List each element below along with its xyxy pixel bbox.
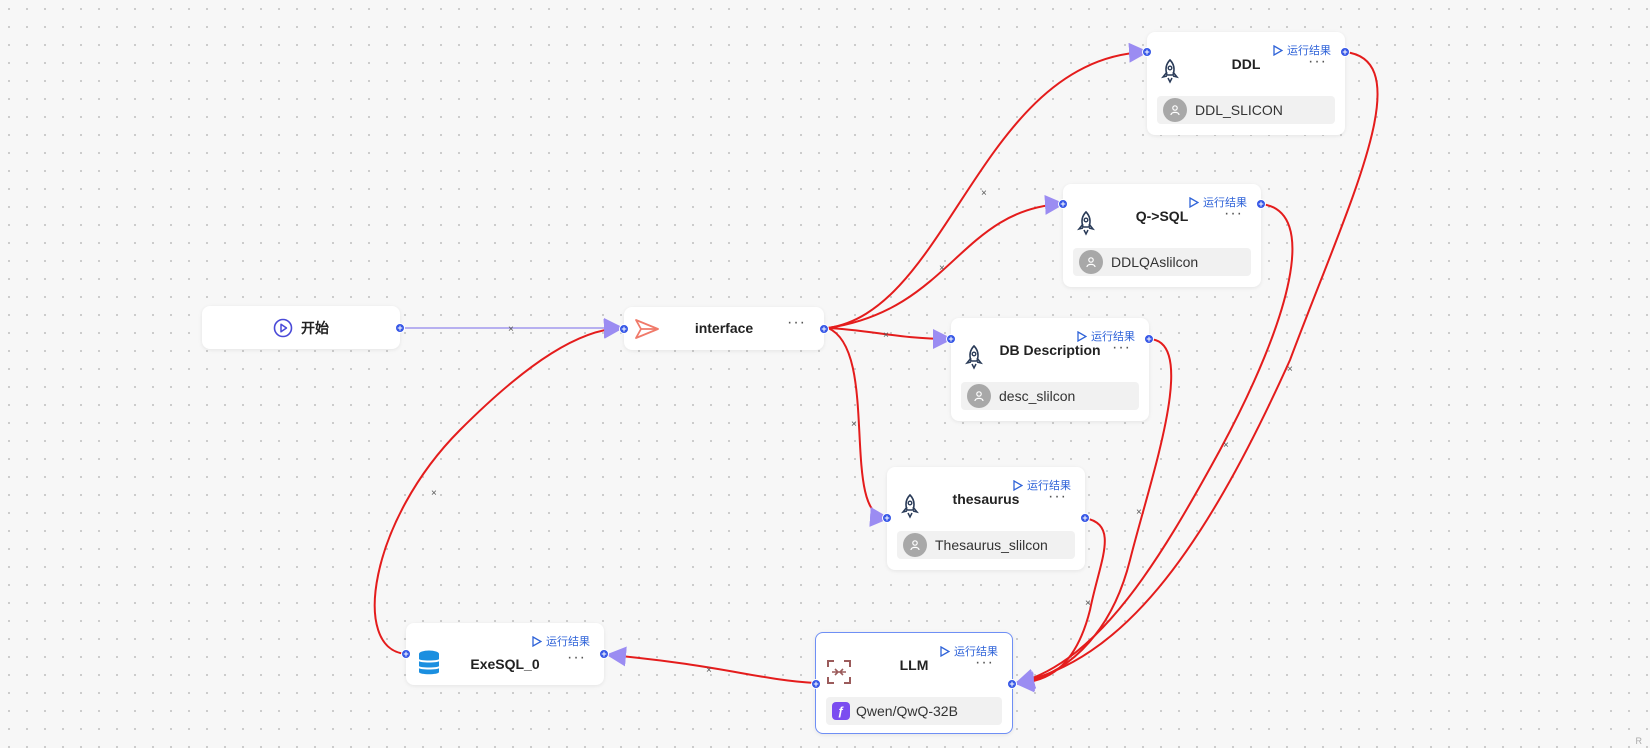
input-handle[interactable]: + bbox=[882, 513, 892, 523]
model-chip[interactable]: ƒ Qwen/QwQ-32B bbox=[826, 697, 1002, 725]
run-result-link[interactable]: 运行结果 bbox=[531, 633, 590, 649]
input-handle[interactable]: + bbox=[619, 324, 629, 334]
knowledge-base-name: desc_slilcon bbox=[999, 388, 1076, 404]
knowledge-base-chip[interactable]: DDL_SLICON bbox=[1157, 96, 1335, 124]
edge-interface-thesaurus[interactable] bbox=[827, 327, 890, 527]
more-options-icon[interactable]: ··· bbox=[975, 655, 994, 671]
output-handle[interactable]: + bbox=[819, 324, 829, 334]
knowledge-base-chip[interactable]: Thesaurus_slilcon bbox=[897, 531, 1075, 559]
node-llm[interactable]: 运行结果 LLM ··· ƒ Qwen/QwQ-32B + + bbox=[811, 632, 1017, 734]
input-handle[interactable]: + bbox=[1142, 47, 1152, 57]
play-icon bbox=[532, 635, 542, 647]
edge-delete-icon[interactable]: × bbox=[1085, 598, 1091, 609]
output-handle[interactable]: + bbox=[395, 323, 405, 333]
edge-llm-exesql[interactable] bbox=[606, 646, 816, 684]
more-options-icon[interactable]: ··· bbox=[567, 650, 586, 666]
node-exesql[interactable]: 运行结果 ExeSQL_0 ··· + + bbox=[401, 623, 609, 685]
output-handle[interactable]: + bbox=[1144, 334, 1154, 344]
edge-delete-icon[interactable]: × bbox=[431, 488, 437, 499]
knowledge-base-chip[interactable]: DDLQAslilcon bbox=[1073, 248, 1251, 276]
user-avatar-icon bbox=[1163, 98, 1187, 122]
play-icon bbox=[940, 645, 950, 657]
play-icon bbox=[1077, 330, 1087, 342]
user-avatar-icon bbox=[1079, 250, 1103, 274]
edge-delete-icon[interactable]: × bbox=[981, 188, 987, 199]
edge-delete-icon[interactable]: × bbox=[939, 263, 945, 274]
input-handle[interactable]: + bbox=[401, 649, 411, 659]
output-handle[interactable]: + bbox=[599, 649, 609, 659]
node-interface[interactable]: interface ··· + + bbox=[619, 307, 829, 350]
more-options-icon[interactable]: ··· bbox=[787, 315, 806, 331]
node-title: 开始 bbox=[301, 320, 329, 336]
knowledge-base-name: DDLQAslilcon bbox=[1111, 254, 1199, 270]
more-options-icon[interactable]: ··· bbox=[1224, 206, 1243, 222]
input-handle[interactable]: + bbox=[946, 334, 956, 344]
node-start[interactable]: 开始 + bbox=[202, 306, 405, 349]
input-handle[interactable]: + bbox=[1058, 199, 1068, 209]
knowledge-base-chip[interactable]: desc_slilcon bbox=[961, 382, 1139, 410]
node-thesaurus[interactable]: 运行结果 thesaurus ··· Thesaurus_slilcon + + bbox=[882, 467, 1090, 570]
edge-delete-icon[interactable]: × bbox=[1287, 364, 1293, 375]
more-options-icon[interactable]: ··· bbox=[1112, 340, 1131, 356]
output-handle[interactable]: + bbox=[1080, 513, 1090, 523]
more-options-icon[interactable]: ··· bbox=[1048, 489, 1067, 505]
output-handle[interactable]: + bbox=[1007, 679, 1017, 689]
model-provider-icon: ƒ bbox=[832, 702, 850, 720]
edge-delete-icon[interactable]: × bbox=[508, 324, 514, 335]
edge-delete-icon[interactable]: × bbox=[1136, 507, 1142, 518]
edge-exesql-interface[interactable] bbox=[373, 318, 624, 655]
more-options-icon[interactable]: ··· bbox=[1308, 54, 1327, 70]
output-handle[interactable]: + bbox=[1340, 47, 1350, 57]
user-avatar-icon bbox=[967, 384, 991, 408]
node-db-description[interactable]: 运行结果 DB Description ··· desc_slilcon + + bbox=[946, 318, 1154, 421]
play-icon bbox=[1013, 479, 1023, 491]
node-ddl[interactable]: 运行结果 DDL ··· DDL_SLICON + + bbox=[1142, 32, 1350, 135]
edge-delete-icon[interactable]: × bbox=[706, 665, 712, 676]
corner-mark: R bbox=[1635, 736, 1643, 746]
edge-delete-icon[interactable]: × bbox=[883, 330, 889, 341]
play-icon bbox=[1189, 196, 1199, 208]
edge-delete-icon[interactable]: × bbox=[851, 419, 857, 430]
edge-delete-icon[interactable]: × bbox=[1223, 440, 1229, 451]
play-circle-icon bbox=[273, 318, 293, 338]
flow-canvas[interactable]: × × × × × × × × × × × 开始 + interface ···… bbox=[0, 0, 1650, 748]
knowledge-base-name: DDL_SLICON bbox=[1195, 102, 1283, 118]
play-icon bbox=[1273, 44, 1283, 56]
knowledge-base-name: Thesaurus_slilcon bbox=[935, 537, 1048, 553]
model-name: Qwen/QwQ-32B bbox=[856, 703, 958, 719]
output-handle[interactable]: + bbox=[1256, 199, 1266, 209]
input-handle[interactable]: + bbox=[811, 679, 821, 689]
user-avatar-icon bbox=[903, 533, 927, 557]
node-q-sql[interactable]: 运行结果 Q->SQL ··· DDLQAslilcon + + bbox=[1058, 184, 1266, 287]
